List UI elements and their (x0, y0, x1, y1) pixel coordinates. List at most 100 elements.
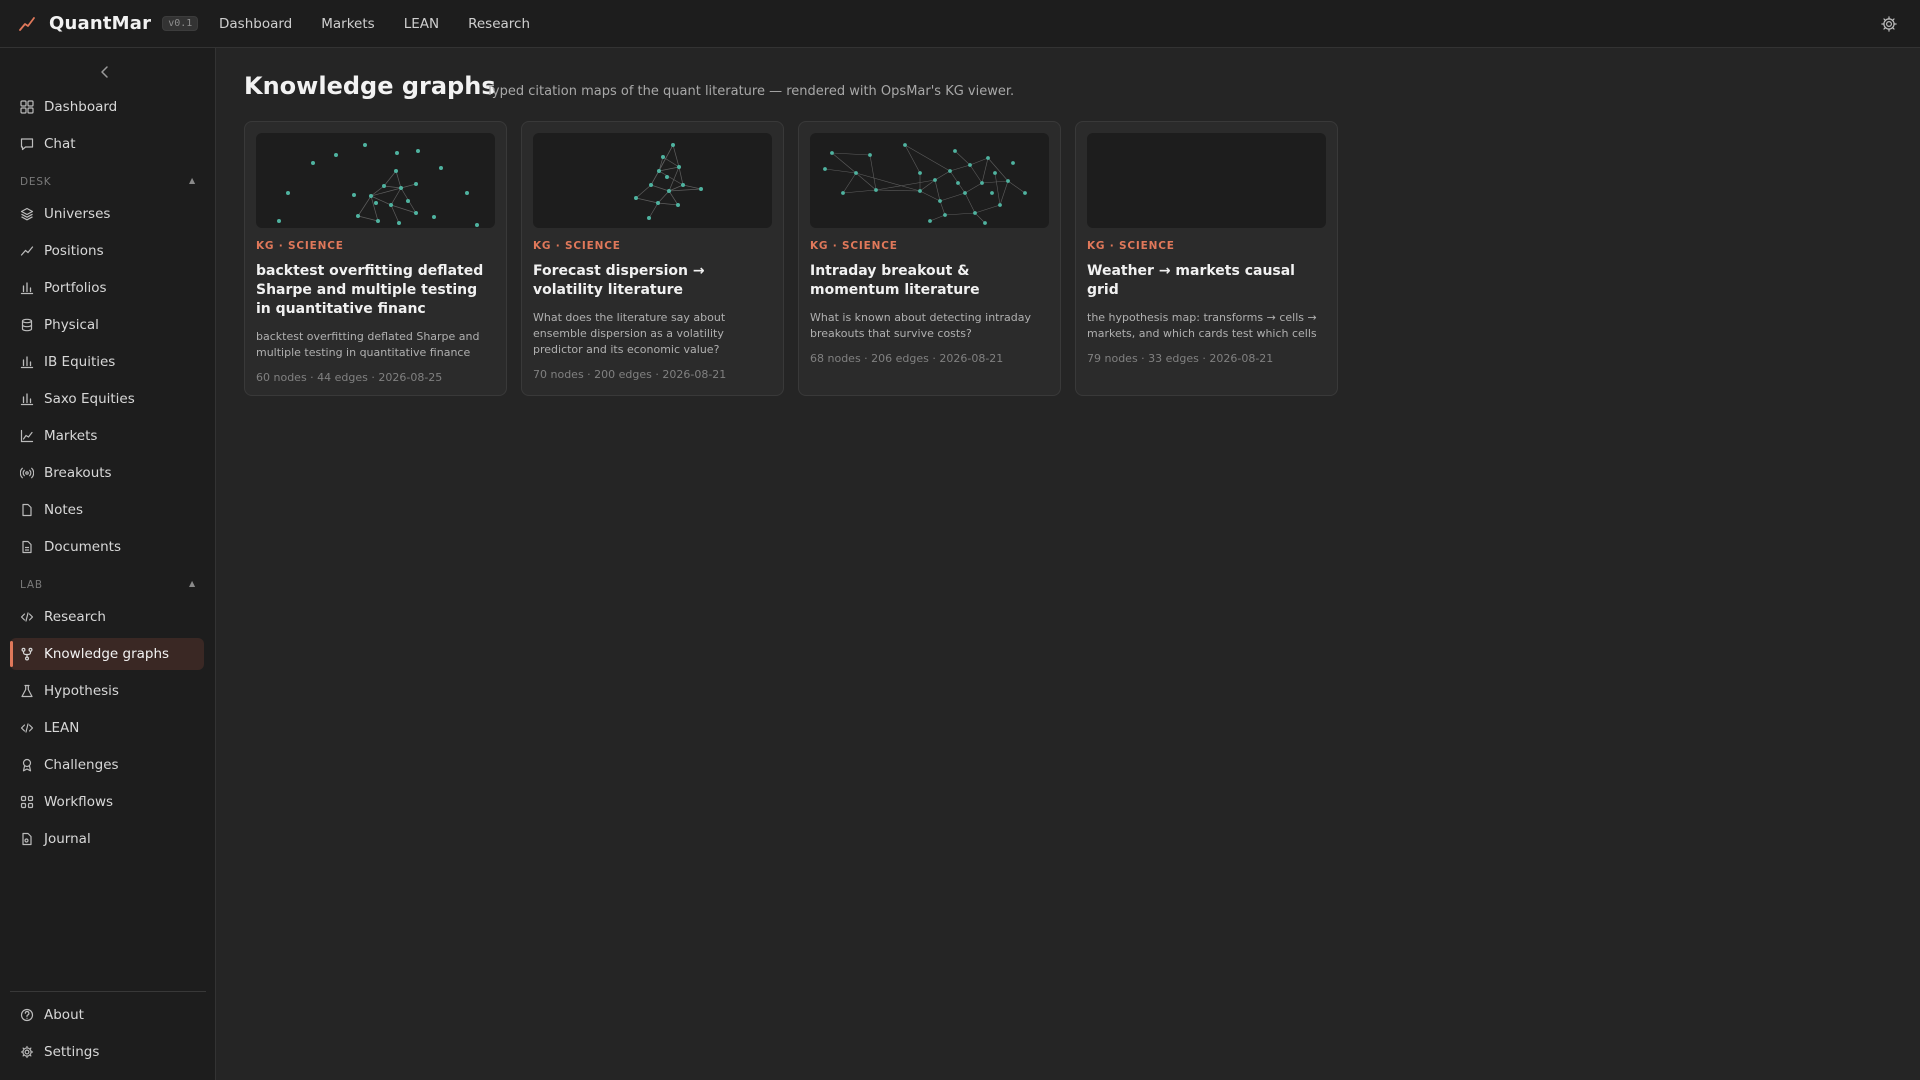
card-description: backtest overfitting deflated Sharpe and… (256, 330, 480, 359)
sidebar-item-label: Positions (44, 243, 104, 259)
chevron-left-icon[interactable] (96, 63, 114, 81)
broadcast-icon (20, 467, 34, 479)
help-circle-icon (20, 1008, 34, 1022)
sidebar-item-knowledge-graphs[interactable]: Knowledge graphs (10, 638, 204, 670)
award-icon (22, 758, 32, 772)
brand[interactable]: QuantMar v0.1 (0, 13, 219, 34)
sidebar-item-markets[interactable]: Markets (10, 420, 204, 452)
notebook-icon (22, 832, 32, 846)
card-body: Intraday breakout & momentum literature … (810, 262, 1050, 365)
graph-preview (634, 143, 703, 220)
bar-chart-icon (20, 356, 34, 369)
bar-chart-icon (20, 393, 34, 406)
gear-icon[interactable] (1880, 15, 1898, 33)
caret-up-icon[interactable]: ▲ (189, 176, 196, 188)
card-title: Forecast dispersion → volatility literat… (533, 263, 705, 298)
card-meta: 70 nodes · 200 edges · 2026-08-21 (533, 368, 727, 381)
sidebar-item-breakouts[interactable]: Breakouts (10, 457, 204, 489)
sidebar-item-challenges[interactable]: Challenges (10, 749, 204, 781)
chat-icon (20, 138, 34, 151)
app-name: QuantMar (49, 13, 152, 34)
grid-icon (20, 100, 34, 114)
page-title: Knowledge graphs (244, 72, 496, 100)
card-description: the hypothesis map: transforms → cells →… (1087, 311, 1317, 340)
card-tag: KG · SCIENCE (256, 240, 344, 252)
file-icon (22, 503, 32, 517)
card-tag: KG · SCIENCE (533, 240, 621, 252)
sidebar-item-label: About (44, 1007, 84, 1023)
sidebar-item-lean[interactable]: LEAN (10, 712, 204, 744)
graph-thumbnail (810, 133, 1049, 228)
sidebar-item-settings[interactable]: Settings (10, 1036, 204, 1068)
section-desk: DESK ▲ (20, 176, 196, 188)
graph-thumbnail (533, 133, 772, 228)
graph-preview (823, 143, 1027, 225)
sidebar: Dashboard Chat DESK ▲ Universes Position… (0, 48, 216, 1080)
card-description: What does the literature say about ensem… (533, 311, 726, 356)
sidebar-item-label: LEAN (44, 720, 80, 736)
sidebar-item-label: Documents (44, 539, 121, 555)
sidebar-item-journal[interactable]: Journal (10, 823, 204, 855)
card-tag: KG · SCIENCE (810, 240, 898, 252)
sidebar-item-ib-equities[interactable]: IB Equities (10, 346, 204, 378)
sidebar-item-label: Knowledge graphs (44, 646, 170, 662)
code-icon (20, 612, 34, 622)
sidebar-item-chat[interactable]: Chat (10, 128, 204, 160)
sidebar-item-portfolios[interactable]: Portfolios (10, 272, 204, 304)
card-title: Weather → markets causal grid (1087, 263, 1295, 298)
card-body: backtest overfitting deflated Sharpe and… (256, 262, 496, 384)
graph-thumbnail (256, 133, 495, 228)
sidebar-item-saxo-equities[interactable]: Saxo Equities (10, 383, 204, 415)
sidebar-item-label: Universes (44, 206, 111, 222)
sidebar-item-label: Portfolios (44, 280, 107, 296)
kg-card[interactable]: KG · SCIENCE Forecast dispersion → volat… (521, 121, 784, 396)
sidebar-item-physical[interactable]: Physical (10, 309, 204, 341)
card-title: Intraday breakout & momentum literature (810, 263, 980, 298)
sidebar-item-positions[interactable]: Positions (10, 235, 204, 267)
sidebar-item-research[interactable]: Research (10, 601, 204, 633)
sidebar-item-label: Journal (44, 831, 91, 847)
card-title: backtest overfitting deflated Sharpe and… (256, 263, 484, 317)
sidebar-item-hypothesis[interactable]: Hypothesis (10, 675, 204, 707)
card-description: What is known about detecting intraday b… (810, 311, 1031, 340)
top-bar: QuantMar v0.1 Dashboard Markets LEAN Res… (0, 0, 1920, 48)
sidebar-item-label: Notes (44, 502, 83, 518)
kg-card[interactable]: KG · SCIENCE Weather → markets causal gr… (1075, 121, 1338, 396)
topnav-research[interactable]: Research (468, 16, 530, 32)
trend-up-icon (19, 16, 35, 31)
flask-icon (21, 684, 33, 698)
section-lab: LAB ▲ (20, 579, 196, 591)
sidebar-item-dashboard[interactable]: Dashboard (10, 91, 204, 123)
sidebar-item-label: Workflows (44, 794, 114, 810)
card-meta: 68 nodes · 206 edges · 2026-08-21 (810, 352, 1004, 365)
sidebar-item-about[interactable]: About (10, 999, 204, 1031)
sidebar-item-label: Chat (44, 136, 76, 152)
sidebar-item-label: Breakouts (44, 465, 112, 481)
card-tag: KG · SCIENCE (1087, 240, 1175, 252)
sidebar-item-notes[interactable]: Notes (10, 494, 204, 526)
kg-card[interactable]: KG · SCIENCE Intraday breakout & momentu… (798, 121, 1061, 396)
sidebar-divider (10, 991, 206, 992)
sidebar-item-workflows[interactable]: Workflows (10, 786, 204, 818)
graph-preview (277, 143, 479, 227)
topnav-lean[interactable]: LEAN (404, 16, 439, 32)
topnav-dashboard[interactable]: Dashboard (219, 16, 292, 32)
card-meta: 79 nodes · 33 edges · 2026-08-21 (1087, 352, 1274, 365)
sidebar-item-universes[interactable]: Universes (10, 198, 204, 230)
sidebar-item-documents[interactable]: Documents (10, 531, 204, 563)
trend-up-icon (20, 246, 34, 256)
sidebar-item-label: Hypothesis (44, 683, 119, 699)
sidebar-item-label: Markets (44, 428, 98, 444)
kg-card[interactable]: KG · SCIENCE backtest overfitting deflat… (244, 121, 507, 396)
gear-icon (20, 1045, 34, 1059)
sidebar-item-label: Research (44, 609, 106, 625)
topnav-markets[interactable]: Markets (321, 16, 374, 32)
layers-icon (20, 207, 34, 221)
section-lab-label: LAB (20, 579, 43, 591)
caret-up-icon[interactable]: ▲ (189, 579, 196, 591)
file-text-icon (22, 540, 32, 554)
bar-chart-icon (20, 282, 34, 295)
card-meta: 60 nodes · 44 edges · 2026-08-25 (256, 371, 443, 384)
sidebar-item-label: Saxo Equities (44, 391, 135, 407)
sidebar-item-label: Physical (44, 317, 99, 333)
